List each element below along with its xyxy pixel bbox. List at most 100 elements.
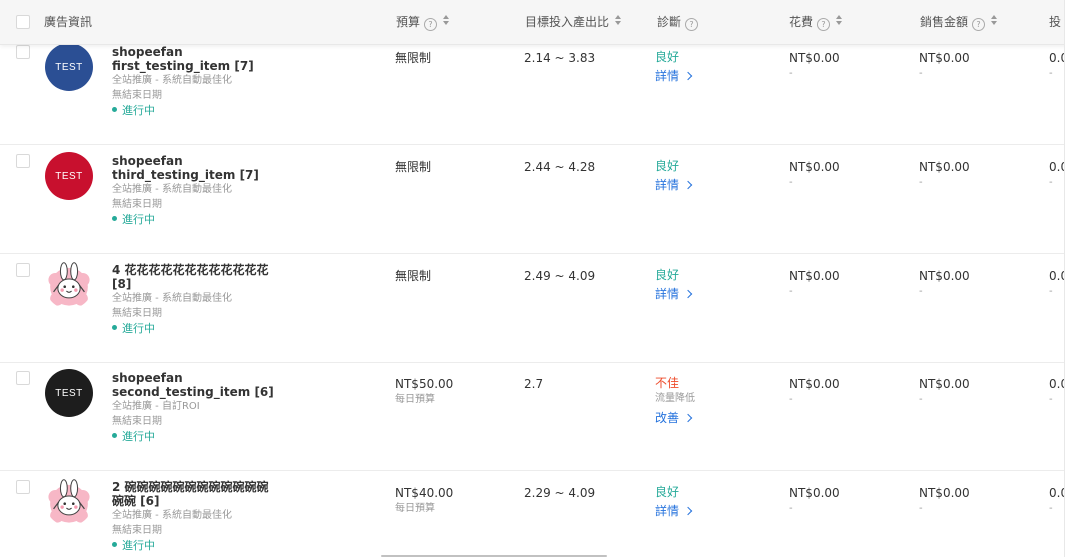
table-row: 2 碗碗碗碗碗碗碗碗碗碗碗碗 碗碗 [6] 全站推廣 - 系統自動最佳化 無結束日期… [0,470,1064,557]
budget-cell: 無限制 [395,50,505,66]
overflow-sub: - [1049,503,1053,514]
help-icon[interactable]: ? [817,18,831,31]
column-spend[interactable]: 花費? [789,0,844,44]
row-checkbox[interactable] [16,154,30,168]
sales-value: NT$0.00 [919,160,970,174]
status-label: 進行中 [122,430,155,443]
status-dot-icon [112,107,117,112]
budget-cell: NT$50.00 每日預算 [395,376,505,408]
overflow-cell: 0.0 - [1049,268,1064,300]
spend-cell: NT$0.00 - [789,268,899,300]
ad-type: 全站推廣 - 系統自動最佳化 [112,75,232,86]
diagnosis-cell: 良好 詳情 [655,484,765,522]
overflow-sub: - [1049,68,1053,79]
column-target-roas[interactable]: 目標投入產出比 [525,0,623,44]
product-image: TEST [45,152,93,200]
diagnosis-value: 良好 [655,268,680,282]
select-all-checkbox[interactable] [16,15,30,29]
help-icon[interactable]: ? [685,18,699,31]
budget-value: 無限制 [395,160,432,174]
roas-value: 2.14 ~ 3.83 [524,51,596,65]
diagnosis-action-link[interactable]: 詳情 [655,174,765,196]
budget-value: NT$40.00 [395,486,454,500]
row-checkbox[interactable] [16,45,30,59]
budget-cell: 無限制 [395,159,505,175]
status-label: 進行中 [122,539,155,552]
overflow-sub: - [1049,177,1053,188]
sales-cell: NT$0.00 - [919,50,1029,82]
sales-value: NT$0.00 [919,486,970,500]
status-label: 進行中 [122,104,155,117]
sales-value: NT$0.00 [919,269,970,283]
diagnosis-action-link[interactable]: 改善 [655,407,765,429]
diagnosis-value: 良好 [655,50,680,64]
ad-name[interactable]: 2 碗碗碗碗碗碗碗碗碗碗碗碗 碗碗 [6] [112,480,292,508]
ad-name[interactable]: shopeefan second_testing_item [6] [112,371,292,399]
table-row: TEST shopeefan first_testing_item [7] 全站推廣… [0,35,1064,145]
sales-cell: NT$0.00 - [919,485,1029,517]
table-row: 4 花花花花花花花花花花花花 [8] 全站推廣 - 系統自動最佳化 無結束日期 進行中… [0,253,1064,363]
status-dot-icon [112,325,117,330]
table-header: 廣告資訊 預算? 目標投入產出比 診斷? 花費? 銷售金額? 投 [0,0,1064,45]
sales-cell: NT$0.00 - [919,159,1029,191]
sort-icon[interactable] [991,15,999,26]
row-checkbox[interactable] [16,263,30,277]
help-icon[interactable]: ? [972,18,986,31]
column-overflow: 投 [1049,0,1061,44]
ad-end-date: 無結束日期 [112,525,162,536]
row-checkbox[interactable] [16,480,30,494]
column-label: 廣告資訊 [44,15,93,29]
diagnosis-action-link[interactable]: 詳情 [655,65,765,87]
sort-icon[interactable] [836,15,844,26]
column-sales[interactable]: 銷售金額? [920,0,999,44]
column-budget[interactable]: 預算? [396,0,451,44]
roas-value: 2.7 [524,377,544,391]
diagnosis-cell: 不佳 流量降低 改善 [655,375,765,429]
budget-value: 無限制 [395,51,432,65]
column-ad-info: 廣告資訊 [44,0,92,44]
roas-value: 2.29 ~ 4.09 [524,486,596,500]
spend-value: NT$0.00 [789,269,840,283]
table-row: TEST shopeefan second_testing_item [6] 全站推… [0,361,1064,471]
product-image-label: TEST [55,61,83,73]
status-badge: 進行中 [112,212,292,228]
sales-sub: - [919,503,923,514]
status-badge: 進行中 [112,429,292,445]
product-image: TEST [45,43,93,91]
diagnosis-action-link[interactable]: 詳情 [655,283,765,305]
column-label: 銷售金額 [920,15,969,29]
ad-name[interactable]: shopeefan first_testing_item [7] [112,45,292,73]
ad-end-date: 無結束日期 [112,199,162,210]
product-image [45,261,93,309]
diagnosis-cell: 良好 詳情 [655,158,765,196]
status-label: 進行中 [122,213,155,226]
spend-sub: - [789,503,793,514]
overflow-value: 0.0 [1049,160,1064,174]
row-checkbox[interactable] [16,371,30,385]
column-label: 預算 [396,15,421,29]
ad-name[interactable]: shopeefan third_testing_item [7] [112,154,292,182]
roas-value: 2.44 ~ 4.28 [524,160,596,174]
spend-cell: NT$0.00 - [789,485,899,517]
sales-sub: - [919,177,923,188]
spend-cell: NT$0.00 - [789,50,899,82]
ad-end-date: 無結束日期 [112,90,162,101]
spend-value: NT$0.00 [789,160,840,174]
budget-type: 每日預算 [395,503,435,514]
overflow-value: 0.0 [1049,51,1064,65]
diagnosis-action-link[interactable]: 詳情 [655,500,765,522]
product-image: TEST [45,369,93,417]
overflow-sub: - [1049,394,1053,405]
budget-type: 每日預算 [395,394,435,405]
sort-icon[interactable] [615,15,623,26]
diagnosis-cell: 良好 詳情 [655,49,765,87]
sales-value: NT$0.00 [919,377,970,391]
sort-icon[interactable] [443,15,451,26]
spend-cell: NT$0.00 - [789,376,899,408]
diagnosis-cell: 良好 詳情 [655,267,765,305]
overflow-cell: 0.0 - [1049,159,1064,191]
ad-name[interactable]: 4 花花花花花花花花花花花花 [8] [112,263,292,291]
help-icon[interactable]: ? [424,18,438,31]
ad-type: 全站推廣 - 系統自動最佳化 [112,293,232,304]
product-image [45,478,93,526]
